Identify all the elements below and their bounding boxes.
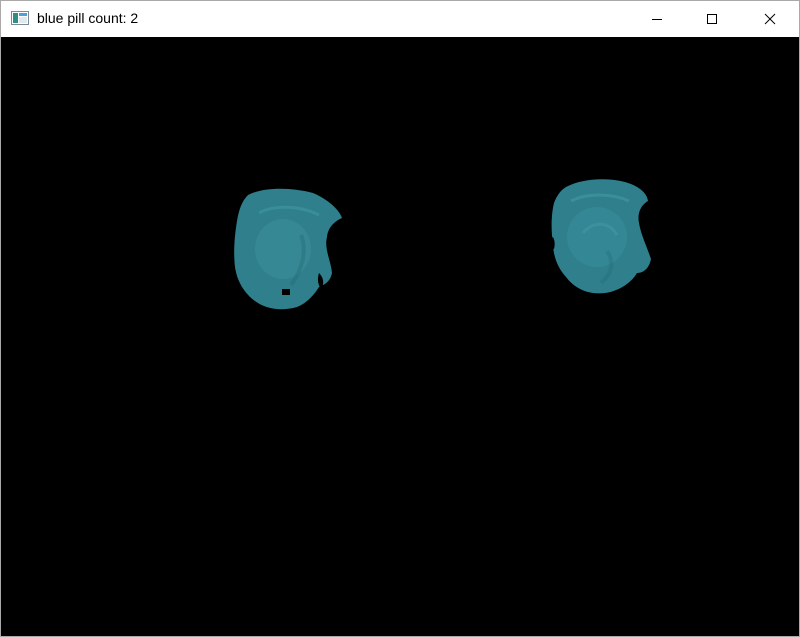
window-title: blue pill count: 2	[37, 10, 139, 26]
maximize-icon	[706, 13, 718, 25]
close-button[interactable]	[747, 1, 793, 37]
close-icon	[764, 13, 776, 25]
canvas-background	[1, 37, 799, 636]
app-window: blue pill count: 2	[0, 0, 800, 637]
minimize-icon	[651, 13, 663, 25]
app-window-icon	[11, 11, 29, 25]
image-canvas	[1, 37, 799, 636]
maximize-button[interactable]	[689, 1, 735, 37]
title-bar[interactable]: blue pill count: 2	[1, 1, 799, 37]
minimize-button[interactable]	[634, 1, 680, 37]
